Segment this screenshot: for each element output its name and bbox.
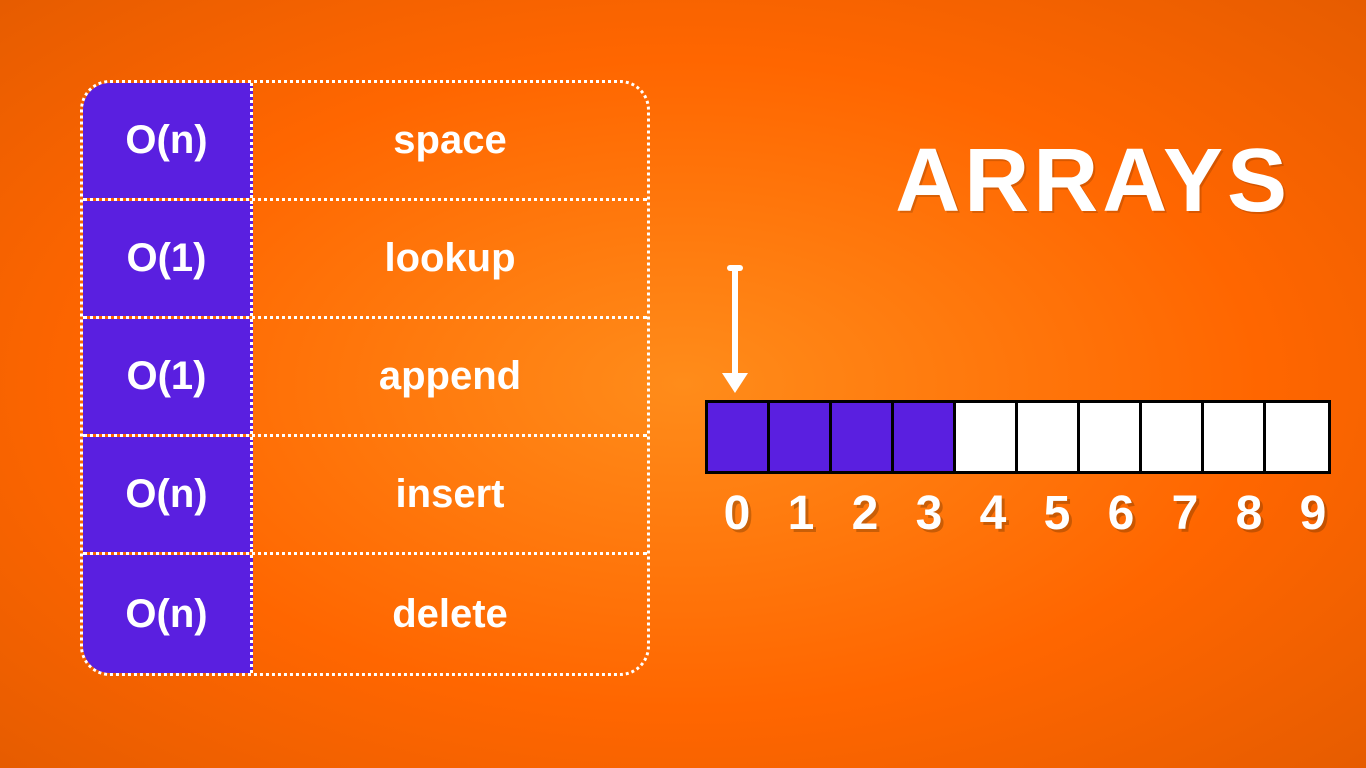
complexity-table: O(n) space O(1) lookup O(1) append O(n) … xyxy=(80,80,650,676)
complexity-row-insert: O(n) insert xyxy=(83,437,647,555)
complexity-operation: delete xyxy=(253,555,647,673)
page-title: ARRAYS xyxy=(895,130,1291,233)
index-label: 9 xyxy=(1281,486,1345,541)
array-cell xyxy=(1266,403,1328,471)
index-label: 8 xyxy=(1217,486,1281,541)
index-label: 0 xyxy=(705,486,769,541)
complexity-bigO: O(n) xyxy=(83,437,253,552)
index-label: 5 xyxy=(1025,486,1089,541)
array-cell xyxy=(956,403,1018,471)
array-indices: 0 1 2 3 4 5 6 7 8 9 xyxy=(705,486,1345,541)
complexity-row-delete: O(n) delete xyxy=(83,555,647,673)
complexity-row-append: O(1) append xyxy=(83,319,647,437)
complexity-bigO: O(1) xyxy=(83,319,253,434)
complexity-bigO: O(1) xyxy=(83,201,253,316)
index-label: 2 xyxy=(833,486,897,541)
arrow-down-icon xyxy=(732,265,738,375)
complexity-row-space: O(n) space xyxy=(83,83,647,201)
array-visualization xyxy=(705,400,1331,474)
array-cell xyxy=(1142,403,1204,471)
index-label: 3 xyxy=(897,486,961,541)
complexity-operation: insert xyxy=(253,437,647,552)
array-cell xyxy=(1080,403,1142,471)
index-label: 4 xyxy=(961,486,1025,541)
complexity-operation: lookup xyxy=(253,201,647,316)
index-label: 1 xyxy=(769,486,833,541)
index-label: 7 xyxy=(1153,486,1217,541)
complexity-bigO: O(n) xyxy=(83,83,253,198)
complexity-bigO: O(n) xyxy=(83,555,253,673)
complexity-row-lookup: O(1) lookup xyxy=(83,201,647,319)
array-cell xyxy=(832,403,894,471)
array-cell xyxy=(770,403,832,471)
array-cell xyxy=(1204,403,1266,471)
complexity-operation: space xyxy=(253,83,647,198)
array-cell xyxy=(894,403,956,471)
array-cell xyxy=(1018,403,1080,471)
index-label: 6 xyxy=(1089,486,1153,541)
complexity-operation: append xyxy=(253,319,647,434)
array-cell xyxy=(708,403,770,471)
